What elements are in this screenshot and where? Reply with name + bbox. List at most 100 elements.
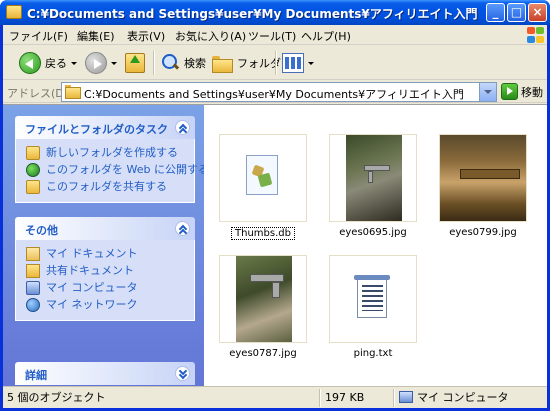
main-area: ファイルとフォルダのタスク 新しいフォルダを作成する このフォルダを Web に… [3, 104, 547, 386]
go-label: 移動 [521, 85, 543, 99]
file-tasks-body: 新しいフォルダを作成する このフォルダを Web に公開する このフォルダを共有… [15, 139, 209, 203]
task-publish-web[interactable]: このフォルダを Web に公開する [16, 162, 209, 179]
status-location: マイ コンピュータ [399, 390, 509, 406]
task-label: このフォルダを Web に公開する [46, 163, 209, 176]
photo-tap-thumbnail [236, 256, 292, 342]
address-value: C:¥Documents and Settings¥user¥My Docume… [84, 88, 464, 101]
task-share-folder[interactable]: このフォルダを共有する [16, 179, 194, 196]
place-label: マイ ドキュメント [46, 247, 138, 260]
chevron-down-icon [71, 61, 77, 65]
place-my-documents[interactable]: マイ ドキュメント [16, 246, 194, 263]
expand-icon[interactable] [175, 366, 190, 381]
standard-toolbar: 戻る 検索 フォルダ [3, 46, 547, 80]
folder-icon [6, 5, 22, 19]
menu-edit[interactable]: 編集(E) [77, 28, 115, 44]
address-dropdown-button[interactable] [479, 83, 496, 101]
web-publish-icon [26, 163, 40, 177]
file-name: eyes0787.jpg [229, 348, 297, 359]
database-file-icon [246, 155, 278, 195]
task-label: 新しいフォルダを作成する [46, 146, 178, 159]
collapse-icon[interactable] [175, 120, 190, 135]
other-places-panel: その他 マイ ドキュメント 共有ドキュメント マイ コンピュータ マイ ネットワ… [15, 217, 195, 321]
file-thumbnail [439, 134, 527, 222]
task-pane: ファイルとフォルダのタスク 新しいフォルダを作成する このフォルダを Web に… [3, 105, 209, 386]
search-icon [160, 53, 180, 73]
task-label: このフォルダを共有する [46, 180, 167, 193]
task-new-folder[interactable]: 新しいフォルダを作成する [16, 145, 194, 162]
maximize-button[interactable]: □ [507, 3, 526, 22]
my-documents-icon [26, 247, 40, 261]
text-file-icon [354, 275, 390, 318]
place-label: マイ コンピュータ [46, 281, 138, 294]
views-icon [282, 53, 304, 73]
other-places-header[interactable]: その他 [15, 217, 195, 240]
status-location-label: マイ コンピュータ [417, 391, 509, 404]
file-tasks-title: ファイルとフォルダのタスク [25, 123, 168, 136]
toolbar-separator [153, 51, 154, 75]
forward-arrow-icon [85, 52, 107, 74]
file-thumbnail [329, 134, 417, 222]
search-button[interactable]: 検索 [160, 50, 206, 76]
menu-tools[interactable]: ツール(T) [248, 28, 296, 44]
close-button[interactable]: × [528, 3, 547, 22]
collapse-icon[interactable] [175, 221, 190, 236]
place-label: マイ ネットワーク [46, 298, 138, 311]
photo-pipe-thumbnail [440, 135, 526, 221]
file-thumbnail [219, 134, 307, 222]
status-size: 197 KB [325, 391, 365, 404]
go-arrow-icon [501, 83, 518, 100]
address-label: アドレス(D) [7, 87, 69, 100]
other-places-body: マイ ドキュメント 共有ドキュメント マイ コンピュータ マイ ネットワーク [15, 240, 195, 321]
status-bar: 5 個のオブジェクト 197 KB マイ コンピュータ [3, 386, 547, 408]
file-tasks-header[interactable]: ファイルとフォルダのタスク [15, 116, 195, 139]
window-client: ファイル(F) 編集(E) 表示(V) お気に入り(A) ツール(T) ヘルプ(… [3, 25, 547, 408]
file-tasks-panel: ファイルとフォルダのタスク 新しいフォルダを作成する このフォルダを Web に… [15, 116, 209, 203]
share-folder-icon [26, 180, 40, 194]
window-title: C:¥Documents and Settings¥user¥My Docume… [27, 7, 478, 21]
menu-help[interactable]: ヘルプ(H) [301, 28, 351, 44]
status-separator [393, 389, 394, 407]
menu-bar: ファイル(F) 編集(E) 表示(V) お気に入り(A) ツール(T) ヘルプ(… [3, 25, 547, 45]
folders-button[interactable]: フォルダ [211, 50, 281, 76]
minimize-button[interactable]: _ [486, 3, 505, 22]
chevron-down-icon [111, 61, 117, 65]
forward-button[interactable] [85, 50, 117, 76]
file-thumbnail [329, 255, 417, 343]
file-view: Thumbs.db eyes0695.jpg eyes0799.jpg eyes… [204, 105, 547, 386]
details-panel: 詳細 [15, 362, 195, 385]
file-name: ping.txt [353, 348, 393, 359]
search-label: 検索 [184, 57, 206, 70]
address-bar: アドレス(D) C:¥Documents and Settings¥user¥M… [3, 81, 547, 103]
details-title: 詳細 [25, 369, 47, 382]
windows-logo-icon [525, 26, 545, 44]
new-folder-icon [26, 146, 40, 160]
menu-favorites[interactable]: お気に入り(A) [175, 28, 246, 44]
folder-icon [65, 85, 81, 99]
views-button[interactable] [282, 50, 314, 76]
my-network-icon [26, 298, 40, 312]
file-name: Thumbs.db [231, 227, 295, 240]
address-input[interactable]: C:¥Documents and Settings¥user¥My Docume… [61, 82, 497, 102]
file-name: eyes0695.jpg [339, 227, 407, 238]
back-button[interactable]: 戻る [19, 50, 77, 76]
back-arrow-icon [19, 52, 41, 74]
place-my-computer[interactable]: マイ コンピュータ [16, 280, 194, 297]
folder-icon [211, 54, 233, 73]
explorer-window: C:¥Documents and Settings¥user¥My Docume… [0, 0, 550, 411]
go-button[interactable]: 移動 [501, 83, 543, 100]
place-label: 共有ドキュメント [46, 264, 134, 277]
up-folder-button[interactable] [125, 50, 145, 76]
shared-documents-icon [26, 264, 40, 278]
place-my-network[interactable]: マイ ネットワーク [16, 297, 194, 314]
up-folder-icon [125, 53, 145, 73]
menu-file[interactable]: ファイル(F) [9, 28, 68, 44]
status-object-count: 5 個のオブジェクト [7, 391, 106, 404]
title-bar[interactable]: C:¥Documents and Settings¥user¥My Docume… [0, 0, 550, 25]
status-separator [319, 389, 320, 407]
chevron-down-icon [308, 61, 314, 65]
place-shared-documents[interactable]: 共有ドキュメント [16, 263, 194, 280]
menu-view[interactable]: 表示(V) [127, 28, 165, 44]
details-header[interactable]: 詳細 [15, 362, 195, 385]
file-thumbnail [219, 255, 307, 343]
other-places-title: その他 [25, 224, 58, 237]
